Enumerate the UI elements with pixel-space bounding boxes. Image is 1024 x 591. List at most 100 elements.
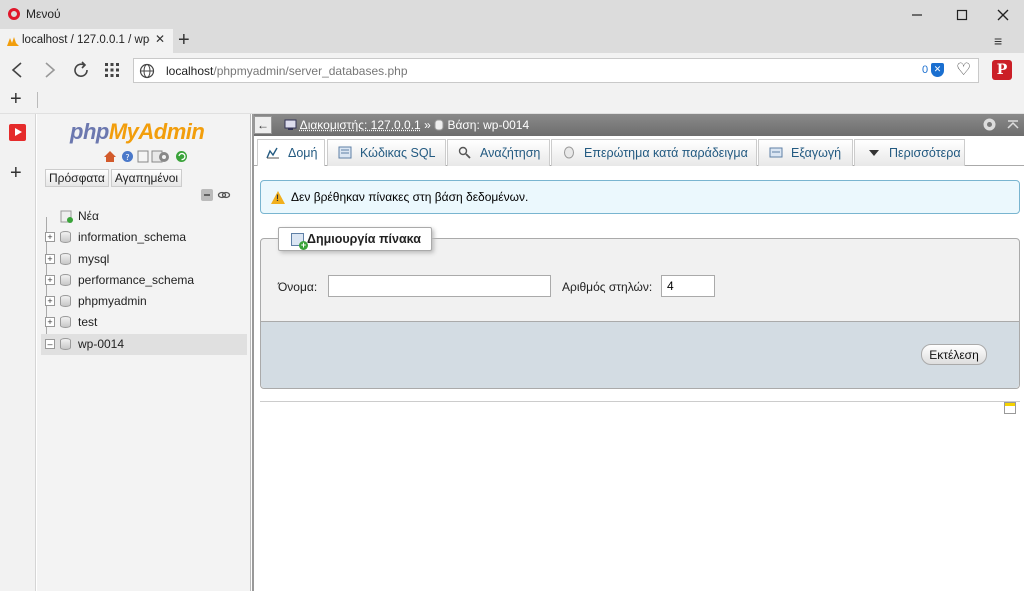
tab-label: Εξαγωγή xyxy=(791,146,842,160)
tree-item-performance-schema[interactable]: + performance_schema xyxy=(41,270,247,291)
expand-icon[interactable]: + xyxy=(45,296,55,307)
expand-icon[interactable]: + xyxy=(45,317,55,328)
pinterest-icon[interactable]: P xyxy=(992,60,1012,80)
console-toggle-icon[interactable] xyxy=(1004,402,1016,414)
forward-arrow-icon xyxy=(45,62,56,78)
globe-icon xyxy=(139,63,155,79)
breadcrumb-database[interactable]: Βάση: wp-0014 xyxy=(447,118,529,132)
back-arrow-icon xyxy=(11,62,22,78)
url-host: localhost xyxy=(166,64,214,78)
expand-icon[interactable]: + xyxy=(45,253,55,264)
tab-query-by-example[interactable]: Επερώτημα κατά παράδειγμα xyxy=(551,139,757,166)
back-button[interactable] xyxy=(4,57,30,83)
create-table-legend: Δημιουργία πίνακα xyxy=(278,227,432,251)
notice-text: Δεν βρέθηκαν πίνακες στη βάση δεδομένων. xyxy=(291,190,529,204)
tab-close-icon[interactable]: ✕ xyxy=(155,32,165,46)
database-icon xyxy=(60,231,71,244)
database-icon xyxy=(60,337,71,350)
phpmyadmin-logo[interactable]: phpMyAdmin xyxy=(70,119,205,145)
browser-tab-title: localhost / 127.0.0.1 / wp-0 xyxy=(22,34,150,46)
create-table-footer xyxy=(261,321,1019,388)
tree-item-information-schema[interactable]: + information_schema xyxy=(41,227,247,248)
favorites-tab[interactable]: Αγαπημένοι xyxy=(110,169,183,187)
tab-label: Δομή xyxy=(288,146,318,160)
no-tables-notice: Δεν βρέθηκαν πίνακες στη βάση δεδομένων. xyxy=(260,180,1020,214)
bookmark-heart-icon[interactable]: ♡ xyxy=(956,60,971,80)
tab-label: Περισσότερα xyxy=(889,146,961,160)
page-settings-gear-icon[interactable] xyxy=(982,117,997,132)
browser-tab[interactable]: localhost / 127.0.0.1 / wp-0 ✕ xyxy=(0,29,173,53)
tab-search[interactable]: Αναζήτηση xyxy=(447,139,550,166)
tree-item-label: Νέα xyxy=(78,209,99,223)
new-tab-button[interactable]: + xyxy=(178,29,190,51)
sidebar-add-button[interactable]: + xyxy=(10,162,22,185)
expand-icon[interactable]: + xyxy=(45,274,55,285)
pma-navigation-panel: phpMyAdmin ? Πρόσφατα Αγαπημένοι Νέα + in… xyxy=(37,114,251,591)
tree-item-wp-0014[interactable]: – wp-0014 xyxy=(41,333,247,356)
url-path: /phpmyadmin/server_databases.php xyxy=(213,64,408,78)
speed-dial-button[interactable] xyxy=(99,57,125,83)
bookmark-separator xyxy=(37,92,38,108)
minimize-icon xyxy=(912,14,922,16)
table-name-label: Όνομα: xyxy=(278,280,318,294)
close-icon xyxy=(997,9,1009,21)
reload-icon xyxy=(74,61,88,77)
maximize-icon xyxy=(956,9,968,21)
tab-export[interactable]: Εξαγωγή xyxy=(758,139,853,166)
address-toolbar: localhost/phpmyadmin/server_databases.ph… xyxy=(0,53,1024,87)
opera-sidebar: + xyxy=(0,114,36,591)
breadcrumb: Διακομιστής: 127.0.0.1 » Βάση: wp-0014 xyxy=(284,118,529,132)
documentation-icon[interactable] xyxy=(137,150,149,163)
tree-item-new[interactable]: Νέα xyxy=(41,206,247,227)
bookmark-bar: + xyxy=(0,87,1024,114)
title-bar: Μενού – xyxy=(0,0,1024,29)
maximize-button[interactable] xyxy=(939,0,985,29)
search-icon xyxy=(458,146,471,159)
tree-item-phpmyadmin[interactable]: + phpmyadmin xyxy=(41,291,247,312)
reload-navigation-icon[interactable] xyxy=(175,150,188,163)
forward-button[interactable] xyxy=(37,57,63,83)
new-database-icon xyxy=(60,210,73,223)
tab-menu-icon[interactable]: ≡ xyxy=(994,33,1002,49)
tab-sql[interactable]: Κώδικας SQL xyxy=(327,139,446,166)
tab-more[interactable]: Περισσότερα xyxy=(854,139,965,166)
breadcrumb-server[interactable]: Διακομιστής: 127.0.0.1 xyxy=(300,118,421,132)
recent-tab[interactable]: Πρόσφατα xyxy=(45,169,109,187)
add-bookmark-button[interactable]: + xyxy=(10,88,22,111)
collapse-bar-icon[interactable] xyxy=(1007,119,1019,131)
help-icon[interactable]: ? xyxy=(121,150,134,163)
collapse-navigation-button[interactable]: ← xyxy=(254,116,272,134)
url-text[interactable]: localhost/phpmyadmin/server_databases.ph… xyxy=(166,64,408,78)
minimize-button-alt[interactable] xyxy=(894,0,940,29)
expand-icon[interactable]: + xyxy=(45,232,55,243)
opera-logo-icon[interactable] xyxy=(8,8,20,20)
tree-item-mysql[interactable]: + mysql xyxy=(41,249,247,270)
collapse-all-icon[interactable] xyxy=(200,188,214,202)
reload-button[interactable] xyxy=(68,57,94,83)
warning-icon xyxy=(271,191,285,204)
tab-structure[interactable]: Δομή xyxy=(257,139,325,166)
address-bar[interactable]: localhost/phpmyadmin/server_databases.ph… xyxy=(133,58,979,83)
ad-block-shield-icon[interactable]: ✕ xyxy=(931,63,944,77)
close-window-button[interactable] xyxy=(980,0,1024,29)
structure-icon xyxy=(266,147,279,159)
dropdown-triangle-icon xyxy=(869,150,879,156)
logo-myadmin: MyAdmin xyxy=(108,119,205,144)
table-name-input[interactable] xyxy=(328,275,551,297)
collapse-icon[interactable]: – xyxy=(45,338,55,349)
player-icon[interactable] xyxy=(9,124,26,141)
column-count-input[interactable] xyxy=(661,275,715,297)
column-count-label: Αριθμός στηλών: xyxy=(562,280,653,294)
database-crumb-icon xyxy=(434,119,444,131)
tree-controls xyxy=(200,188,231,205)
tree-item-label: performance_schema xyxy=(78,272,195,287)
opera-menu-label[interactable]: Μενού xyxy=(26,7,61,21)
link-with-main-icon[interactable] xyxy=(217,188,231,202)
home-icon[interactable] xyxy=(103,150,117,163)
settings-gear-icon[interactable] xyxy=(157,150,171,164)
tab-label: Κώδικας SQL xyxy=(360,146,436,160)
tree-item-test[interactable]: + test xyxy=(41,312,247,333)
phpmyadmin-favicon-icon xyxy=(7,37,19,46)
go-button[interactable]: Εκτέλεση xyxy=(921,344,987,365)
tree-item-label: information_schema xyxy=(78,230,187,245)
